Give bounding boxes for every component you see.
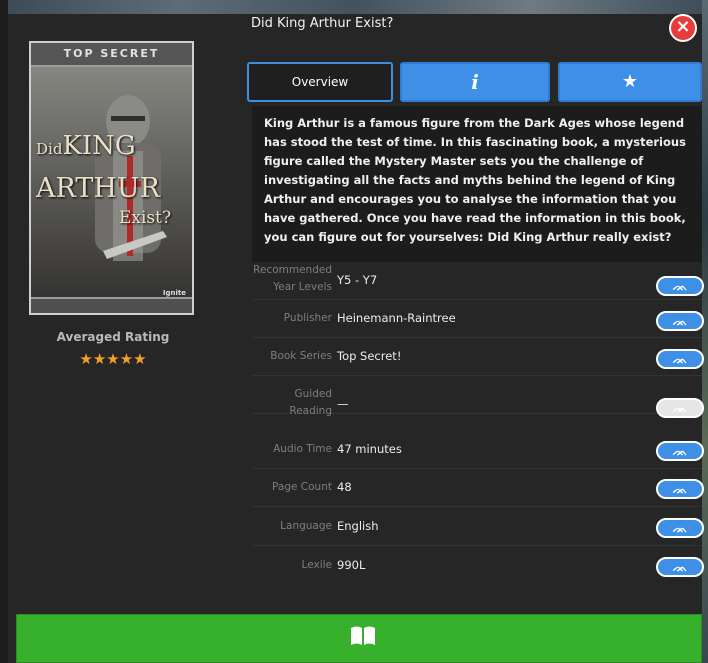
- background-strip: [0, 0, 708, 14]
- related-books-button[interactable]: ᨏ: [656, 276, 704, 296]
- related-icon: ᨏ: [672, 482, 688, 496]
- metadata-value: 47 minutes: [337, 442, 402, 456]
- tab-info[interactable]: i: [400, 62, 550, 102]
- averaged-rating-label: Averaged Rating: [56, 330, 170, 344]
- related-icon: ᨏ: [672, 444, 688, 458]
- metadata-value: —: [337, 397, 349, 411]
- metadata-label: Reading: [289, 405, 332, 417]
- metadata-row-page-count: Page Count 48 ᨏ: [252, 469, 704, 507]
- metadata-label: Guided: [294, 388, 333, 400]
- cover-title-line3: Exist?: [119, 208, 172, 228]
- related-icon: ᨏ: [672, 521, 688, 535]
- metadata-label: Audio Time: [273, 443, 332, 455]
- metadata-label: Page Count: [272, 481, 332, 493]
- info-icon: i: [471, 70, 479, 94]
- metadata-value: 990L: [337, 558, 366, 572]
- related-books-button[interactable]: ᨏ: [656, 557, 704, 577]
- metadata-label: Year Levels: [273, 281, 332, 293]
- related-books-button[interactable]: ᨏ: [656, 349, 704, 369]
- cover-title-line1: KING: [62, 131, 136, 161]
- metadata-value: 48: [337, 480, 352, 494]
- tab-overview[interactable]: Overview: [247, 62, 393, 102]
- close-button[interactable]: ×: [669, 14, 697, 42]
- metadata-row-publisher: Publisher Heinemann-Raintree ᨏ: [252, 300, 704, 338]
- open-book-icon: [351, 626, 375, 645]
- related-icon: ᨏ: [672, 560, 688, 574]
- rating-stars: ★★★★★: [79, 350, 147, 368]
- metadata-row-guided-reading: Guided Reading — ᨏ: [252, 376, 704, 418]
- cover-art: TOP SECRET DidKING ARTHUR Exist? Ignite: [31, 43, 192, 313]
- related-books-button[interactable]: ᨏ: [656, 479, 704, 499]
- metadata-row-year-levels: Recommended Year Levels Y5 - Y7 ᨏ: [252, 262, 704, 300]
- cover-bottom-bar: [31, 297, 192, 313]
- metadata-row-lexile: Lexile 990L ᨏ: [252, 547, 704, 584]
- background-edge: [0, 0, 8, 663]
- metadata-value: English: [337, 519, 379, 533]
- metadata-row-audio-time: Audio Time 47 minutes ᨏ: [252, 431, 704, 469]
- open-book-button[interactable]: [16, 614, 702, 663]
- metadata-value: Top Secret!: [337, 349, 402, 363]
- metadata-label: Recommended: [253, 264, 332, 276]
- cover-publisher-mark: Ignite: [162, 289, 186, 297]
- star-icon: ★: [621, 71, 639, 92]
- related-books-button[interactable]: ᨏ: [656, 518, 704, 538]
- metadata-label: Lexile: [301, 559, 332, 571]
- tab-rate[interactable]: ★: [558, 62, 702, 102]
- related-books-button-disabled: ᨏ: [656, 398, 704, 418]
- cover-title-prefix: Did: [36, 140, 63, 158]
- metadata-label: Publisher: [283, 312, 332, 324]
- related-books-button[interactable]: ᨏ: [656, 441, 704, 461]
- book-cover: TOP SECRET DidKING ARTHUR Exist? Ignite: [29, 41, 194, 315]
- book-description: King Arthur is a famous figure from the …: [264, 116, 686, 244]
- metadata-value: Heinemann-Raintree: [337, 311, 456, 325]
- cover-series-banner: TOP SECRET: [31, 43, 192, 67]
- metadata-value: Y5 - Y7: [337, 273, 378, 287]
- related-icon: ᨏ: [672, 314, 688, 328]
- close-icon: ×: [675, 16, 691, 37]
- metadata-row-book-series: Book Series Top Secret! ᨏ: [252, 338, 704, 376]
- metadata-label: Book Series: [270, 350, 332, 362]
- related-icon: ᨏ: [672, 401, 688, 415]
- book-cover-panel: TOP SECRET DidKING ARTHUR Exist? Ignite: [8, 14, 250, 614]
- related-icon: ᨏ: [672, 352, 688, 366]
- metadata-label: Language: [280, 520, 332, 532]
- cover-title-line2: ARTHUR: [36, 173, 160, 204]
- related-icon: ᨏ: [672, 279, 688, 293]
- book-title: Did King Arthur Exist?: [251, 16, 394, 31]
- related-books-button[interactable]: ᨏ: [656, 311, 704, 331]
- metadata-row-language: Language English ᨏ: [252, 508, 704, 546]
